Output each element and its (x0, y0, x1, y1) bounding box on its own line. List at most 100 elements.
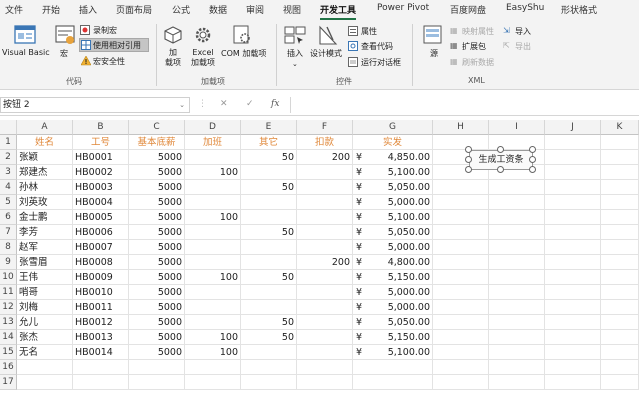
relative-reference-button[interactable]: 使用相对引用 (93, 40, 141, 51)
cell-b8[interactable]: HB0007 (73, 240, 129, 255)
cell-c11[interactable]: 5000 (129, 285, 185, 300)
cell-i12[interactable] (489, 300, 545, 315)
cell-k3[interactable] (601, 165, 639, 180)
cell-h11[interactable] (433, 285, 489, 300)
cell-f7[interactable] (297, 225, 353, 240)
cell-d8[interactable] (185, 240, 241, 255)
cell-g8[interactable]: ¥5,000.00 (353, 240, 433, 255)
cell-i13[interactable] (489, 315, 545, 330)
cell-e4[interactable]: 50 (241, 180, 297, 195)
cell-d12[interactable] (185, 300, 241, 315)
cell-j11[interactable] (545, 285, 601, 300)
properties-button[interactable]: 属性 (361, 26, 377, 37)
cell-e14[interactable]: 50 (241, 330, 297, 345)
tab-data[interactable]: 数据 (209, 3, 227, 16)
cell-k4[interactable] (601, 180, 639, 195)
cell-f3[interactable] (297, 165, 353, 180)
tab-page-layout[interactable]: 页面布局 (116, 3, 152, 16)
cell-k11[interactable] (601, 285, 639, 300)
resize-handle-ne[interactable] (529, 146, 536, 153)
cell-d3[interactable]: 100 (185, 165, 241, 180)
cell-f14[interactable] (297, 330, 353, 345)
cell-c15[interactable]: 5000 (129, 345, 185, 360)
cell-g2[interactable]: ¥4,850.00 (353, 150, 433, 165)
cell-a13[interactable]: 允儿 (17, 315, 73, 330)
cell-a6[interactable]: 金士鹏 (17, 210, 73, 225)
cell-c12[interactable]: 5000 (129, 300, 185, 315)
cell-k7[interactable] (601, 225, 639, 240)
cell-k15[interactable] (601, 345, 639, 360)
cell-f16[interactable] (297, 360, 353, 375)
cell-k5[interactable] (601, 195, 639, 210)
cell-e5[interactable] (241, 195, 297, 210)
select-all-corner[interactable] (0, 120, 17, 135)
row-header-10[interactable]: 10 (0, 270, 17, 285)
cell-c4[interactable]: 5000 (129, 180, 185, 195)
cell-e17[interactable] (241, 375, 297, 390)
resize-handle-nw[interactable] (465, 146, 472, 153)
cancel-icon[interactable]: ✕ (220, 99, 228, 109)
cell-a9[interactable]: 张雪眉 (17, 255, 73, 270)
cell-f2[interactable]: 200 (297, 150, 353, 165)
row-header-1[interactable]: 1 (0, 135, 17, 150)
cell-k16[interactable] (601, 360, 639, 375)
cell-h14[interactable] (433, 330, 489, 345)
cell-f13[interactable] (297, 315, 353, 330)
import-button[interactable]: 导入 (515, 26, 531, 37)
column-header-h[interactable]: H (433, 120, 489, 135)
cell-c16[interactable] (129, 360, 185, 375)
cell-a2[interactable]: 张颖 (17, 150, 73, 165)
view-code-button[interactable]: 查看代码 (361, 41, 393, 52)
cell-f10[interactable] (297, 270, 353, 285)
row-header-12[interactable]: 12 (0, 300, 17, 315)
cell-f6[interactable] (297, 210, 353, 225)
cell-b2[interactable]: HB0001 (73, 150, 129, 165)
cell-g16[interactable] (353, 360, 433, 375)
cell-h8[interactable] (433, 240, 489, 255)
cell-k14[interactable] (601, 330, 639, 345)
cell-e8[interactable] (241, 240, 297, 255)
cell-b10[interactable]: HB0009 (73, 270, 129, 285)
cell-b9[interactable]: HB0008 (73, 255, 129, 270)
row-header-13[interactable]: 13 (0, 315, 17, 330)
cell-k8[interactable] (601, 240, 639, 255)
column-header-a[interactable]: A (17, 120, 73, 135)
cell-g10[interactable]: ¥5,150.00 (353, 270, 433, 285)
cell-h6[interactable] (433, 210, 489, 225)
run-dialog-button[interactable]: 运行对话框 (361, 57, 401, 68)
cell-h15[interactable] (433, 345, 489, 360)
row-header-8[interactable]: 8 (0, 240, 17, 255)
column-header-i[interactable]: I (489, 120, 545, 135)
row-header-11[interactable]: 11 (0, 285, 17, 300)
cell-k2[interactable] (601, 150, 639, 165)
cell-a12[interactable]: 刘梅 (17, 300, 73, 315)
cell-i14[interactable] (489, 330, 545, 345)
cell-b17[interactable] (73, 375, 129, 390)
cell-j3[interactable] (545, 165, 601, 180)
column-header-g[interactable]: G (353, 120, 433, 135)
cell-d13[interactable] (185, 315, 241, 330)
cell-i15[interactable] (489, 345, 545, 360)
row-header-4[interactable]: 4 (0, 180, 17, 195)
cell-g3[interactable]: ¥5,100.00 (353, 165, 433, 180)
worksheet-grid[interactable]: A B C D E F G H I J K 1 姓名 工号 基本底薪 加班 其它 扣款 实发 2 张颖 HB0001 500… (0, 120, 639, 413)
cell-h7[interactable] (433, 225, 489, 240)
cell-j1[interactable] (545, 135, 601, 150)
cell-h10[interactable] (433, 270, 489, 285)
cell-g11[interactable]: ¥5,000.00 (353, 285, 433, 300)
macro-security-button[interactable]: 宏安全性 (93, 56, 125, 67)
cell-g15[interactable]: ¥5,100.00 (353, 345, 433, 360)
cell-b14[interactable]: HB0013 (73, 330, 129, 345)
cell-e6[interactable] (241, 210, 297, 225)
row-header-3[interactable]: 3 (0, 165, 17, 180)
tab-baidu-netdisk[interactable]: 百度网盘 (450, 3, 486, 16)
cell-k12[interactable] (601, 300, 639, 315)
cell-e3[interactable] (241, 165, 297, 180)
cell-d7[interactable] (185, 225, 241, 240)
xml-source-button[interactable]: 源 (430, 48, 438, 59)
column-header-j[interactable]: J (545, 120, 601, 135)
cell-j15[interactable] (545, 345, 601, 360)
cell-c6[interactable]: 5000 (129, 210, 185, 225)
cell-b5[interactable]: HB0004 (73, 195, 129, 210)
tab-developer[interactable]: 开发工具 (320, 3, 357, 20)
